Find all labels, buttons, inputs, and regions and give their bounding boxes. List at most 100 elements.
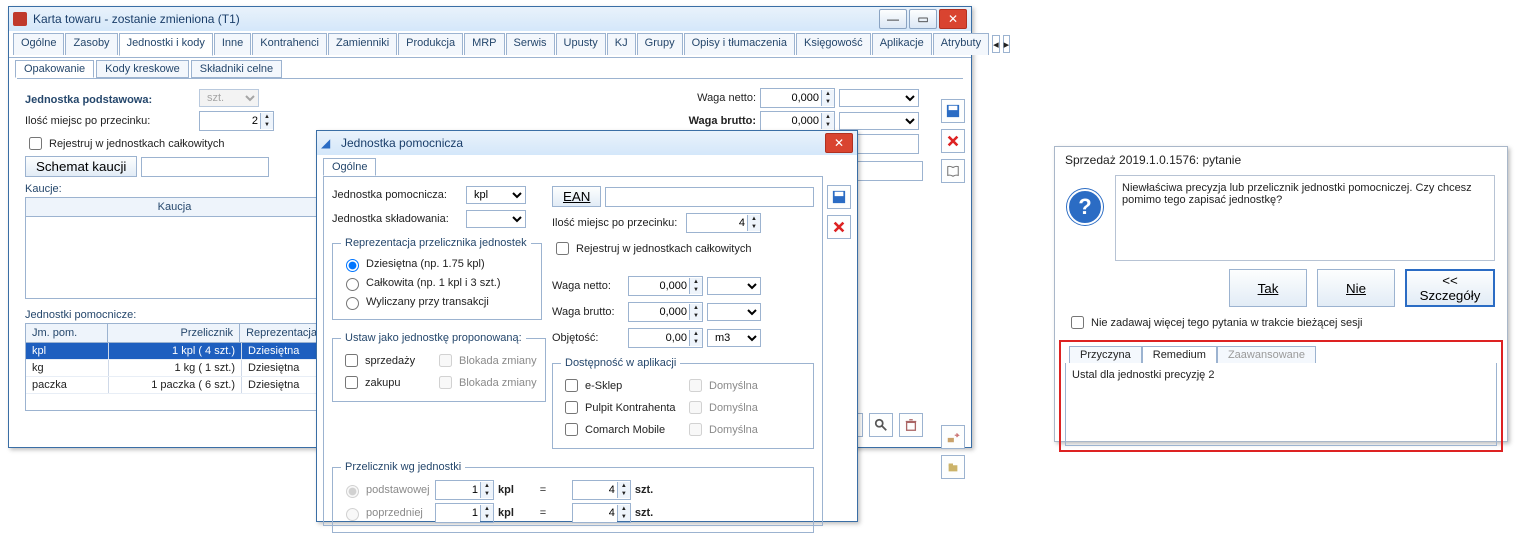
tab-upusty[interactable]: Upusty <box>556 33 606 55</box>
tab-aplikacje[interactable]: Aplikacje <box>872 33 932 55</box>
eshop-check[interactable]: e-Sklep <box>561 376 681 395</box>
conv-base-radio[interactable]: podstawowej <box>341 482 431 498</box>
subtab-opakowanie[interactable]: Opakowanie <box>15 60 94 78</box>
tab-zasoby[interactable]: Zasoby <box>65 33 117 55</box>
table-row[interactable]: kpl 1 kpl ( 4 szt.) Dziesiętna <box>26 343 324 360</box>
no-button[interactable]: Nie <box>1317 269 1395 307</box>
tab-produkcja[interactable]: Produkcja <box>398 33 463 55</box>
aux-volume-unit[interactable]: m3 <box>707 329 761 347</box>
maximize-button[interactable]: ▭ <box>909 9 937 29</box>
subtab-kody[interactable]: Kody kreskowe <box>96 60 189 78</box>
gross-weight-spin[interactable]: ▲▼ <box>760 111 835 131</box>
delete-icon[interactable] <box>899 413 923 437</box>
aux-decimals-label: Ilość miejsc po przecinku: <box>552 217 682 229</box>
tab-zamienniki[interactable]: Zamienniki <box>328 33 397 55</box>
gross-weight-label: Waga brutto: <box>689 115 756 127</box>
rep-tx-radio[interactable]: Wyliczany przy transakcji <box>341 294 489 310</box>
register-int-check[interactable]: Rejestruj w jednostkach całkowitych <box>25 134 224 153</box>
dlg-tab-zaawansowane[interactable]: Zaawansowane <box>1217 346 1316 363</box>
table-row[interactable]: paczka 1 paczka ( 6 szt.) Dziesiętna <box>26 377 324 394</box>
eshop-default-check: Domyślna <box>685 376 758 395</box>
table-row[interactable]: kg 1 kg ( 1 szt.) Dziesiętna <box>26 360 324 377</box>
rep-decimal-radio[interactable]: Dziesiętna (np. 1.75 kpl) <box>341 256 485 272</box>
purchase-check[interactable]: zakupu <box>341 373 431 392</box>
net-weight-unit[interactable] <box>839 89 919 107</box>
dont-ask-check[interactable]: Nie zadawaj więcej tego pytania w trakci… <box>1067 313 1362 332</box>
tab-scroll-left[interactable]: ◂ <box>992 35 1000 53</box>
dialog-icon: ◢ <box>321 136 335 150</box>
tab-grupy[interactable]: Grupy <box>637 33 683 55</box>
gross-weight-unit[interactable] <box>839 112 919 130</box>
conv-base-a-spin[interactable]: ▲▼ <box>435 480 494 500</box>
deposits-grid[interactable]: Kaucja <box>25 197 325 299</box>
aux-units-grid[interactable]: Jm. pom. Przelicznik Reprezentacja kpl 1… <box>25 323 325 411</box>
tab-ksiegowosc[interactable]: Księgowość <box>796 33 871 55</box>
tab-inne[interactable]: Inne <box>214 33 251 55</box>
aux-tab-ogolne[interactable]: Ogólne <box>323 158 376 176</box>
tab-kontrahenci[interactable]: Kontrahenci <box>252 33 327 55</box>
transfer-icon[interactable] <box>941 425 965 449</box>
ean-button[interactable]: EAN <box>552 186 601 207</box>
aux-save-icon[interactable] <box>827 185 851 209</box>
mobile-check[interactable]: Comarch Mobile <box>561 420 681 439</box>
dlg-message: Niewłaściwa precyzja lub przelicznik jed… <box>1115 175 1495 261</box>
deposit-col: Kaucja <box>26 198 324 216</box>
subtab-skladniki[interactable]: Składniki celne <box>191 60 282 78</box>
sales-check[interactable]: sprzedaży <box>341 351 431 370</box>
deposit-scheme-button[interactable]: Schemat kaucji <box>25 156 137 177</box>
col-przel[interactable]: Przelicznik <box>108 324 240 342</box>
titlebar[interactable]: Karta towaru - zostanie zmieniona (T1) —… <box>9 7 971 31</box>
aux-unit-select[interactable]: kpl <box>466 186 526 204</box>
conv-prev-b-spin[interactable]: ▲▼ <box>572 503 631 523</box>
conv-base-b-spin[interactable]: ▲▼ <box>572 480 631 500</box>
aux-cancel-icon[interactable] <box>827 215 851 239</box>
converter-group: Przelicznik wg jednostki podstawowej ▲▼ … <box>332 461 814 533</box>
remedium-text: Ustal dla jednostki precyzję 2 <box>1065 363 1497 446</box>
yes-button[interactable]: Tak <box>1229 269 1307 307</box>
tab-jednostki-kody[interactable]: Jednostki i kody <box>119 33 213 56</box>
aux-register-int-check[interactable]: Rejestruj w jednostkach całkowitych <box>552 239 751 258</box>
conv-prev-radio[interactable]: poprzedniej <box>341 505 431 521</box>
minimize-button[interactable]: — <box>879 9 907 29</box>
aux-gross-weight-spin[interactable]: ▲▼ <box>628 302 703 322</box>
base-unit-select: szt. <box>199 89 259 107</box>
close-button[interactable]: ✕ <box>939 9 967 29</box>
cancel-close-icon[interactable] <box>941 129 965 153</box>
aux-net-weight-spin[interactable]: ▲▼ <box>628 276 703 296</box>
book-icon[interactable] <box>941 159 965 183</box>
details-button[interactable]: << Szczegóły <box>1405 269 1495 307</box>
aux-unit-label: Jednostka pomocnicza: <box>332 189 462 201</box>
col-jm[interactable]: Jm. pom. <box>26 324 108 342</box>
save-disk-icon[interactable] <box>941 99 965 123</box>
aux-net-weight-unit[interactable] <box>707 277 761 295</box>
tab-ogolne[interactable]: Ogólne <box>13 33 64 55</box>
col-rep[interactable]: Reprezentacja <box>240 324 324 342</box>
proposed-group: Ustaw jako jednostkę proponowaną: sprzed… <box>332 332 546 402</box>
aux-titlebar[interactable]: ◢ Jednostka pomocnicza ✕ <box>317 131 857 155</box>
tab-serwis[interactable]: Serwis <box>506 33 555 55</box>
tab-mrp[interactable]: MRP <box>464 33 504 55</box>
tab-scroll-right[interactable]: ▸ <box>1003 35 1011 53</box>
dlg-tab-remedium[interactable]: Remedium <box>1142 346 1217 363</box>
deposit-scheme-field[interactable] <box>141 157 269 177</box>
decimals-spin[interactable]: ▲▼ <box>199 111 274 131</box>
storage-unit-label: Jednostka składowania: <box>332 213 462 225</box>
tab-atrybuty[interactable]: Atrybuty <box>933 33 989 55</box>
dlg-tab-przyczyna[interactable]: Przyczyna <box>1069 346 1142 363</box>
ean-field[interactable] <box>605 187 814 207</box>
aux-close-button[interactable]: ✕ <box>825 133 853 153</box>
aux-volume-spin[interactable]: ▲▼ <box>628 328 703 348</box>
search-icon[interactable] <box>869 413 893 437</box>
aux-gross-weight-unit[interactable] <box>707 303 761 321</box>
tab-kj[interactable]: KJ <box>607 33 636 55</box>
main-tabstrip: Ogólne Zasoby Jednostki i kody Inne Kont… <box>9 31 971 58</box>
aux-gross-weight-label: Waga brutto: <box>552 306 624 318</box>
net-weight-spin[interactable]: ▲▼ <box>760 88 835 108</box>
aux-decimals-spin[interactable]: ▲▼ <box>686 213 761 233</box>
conv-prev-a-spin[interactable]: ▲▼ <box>435 503 494 523</box>
storage-unit-select[interactable] <box>466 210 526 228</box>
tab-opisy[interactable]: Opisy i tłumaczenia <box>684 33 795 55</box>
pulpit-check[interactable]: Pulpit Kontrahenta <box>561 398 681 417</box>
rep-integer-radio[interactable]: Całkowita (np. 1 kpl i 3 szt.) <box>341 275 501 291</box>
attach-icon[interactable] <box>941 455 965 479</box>
